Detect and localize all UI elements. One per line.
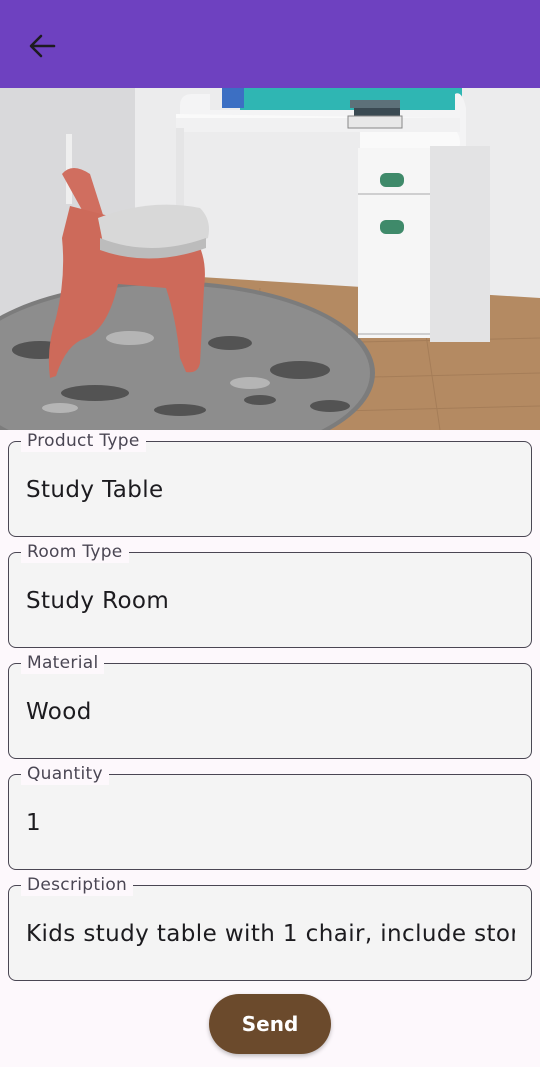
product-type-label: Product Type xyxy=(21,430,146,452)
quantity-value[interactable]: 1 xyxy=(26,807,515,839)
send-button[interactable]: Send xyxy=(209,994,331,1054)
back-button[interactable] xyxy=(18,22,66,70)
description-value[interactable]: Kids study table with 1 chair, include s… xyxy=(26,918,515,950)
room-type-value[interactable]: Study Room xyxy=(26,585,515,617)
room-type-label: Room Type xyxy=(21,541,129,563)
product-type-field[interactable]: Product Type Study Table xyxy=(8,430,532,537)
arrow-left-icon xyxy=(29,34,56,58)
material-field[interactable]: Material Wood xyxy=(8,652,532,759)
description-label: Description xyxy=(21,874,134,896)
quantity-label: Quantity xyxy=(21,763,109,785)
product-image xyxy=(0,88,540,430)
material-value[interactable]: Wood xyxy=(26,696,515,728)
app-bar xyxy=(0,0,540,88)
room-type-field[interactable]: Room Type Study Room xyxy=(8,541,532,648)
description-field[interactable]: Description Kids study table with 1 chai… xyxy=(8,874,532,981)
quantity-field[interactable]: Quantity 1 xyxy=(8,763,532,870)
app-screen: Product Type Study Table Room Type Study… xyxy=(0,0,540,1067)
material-label: Material xyxy=(21,652,105,674)
send-button-label: Send xyxy=(241,1012,299,1036)
product-type-value[interactable]: Study Table xyxy=(26,474,515,506)
